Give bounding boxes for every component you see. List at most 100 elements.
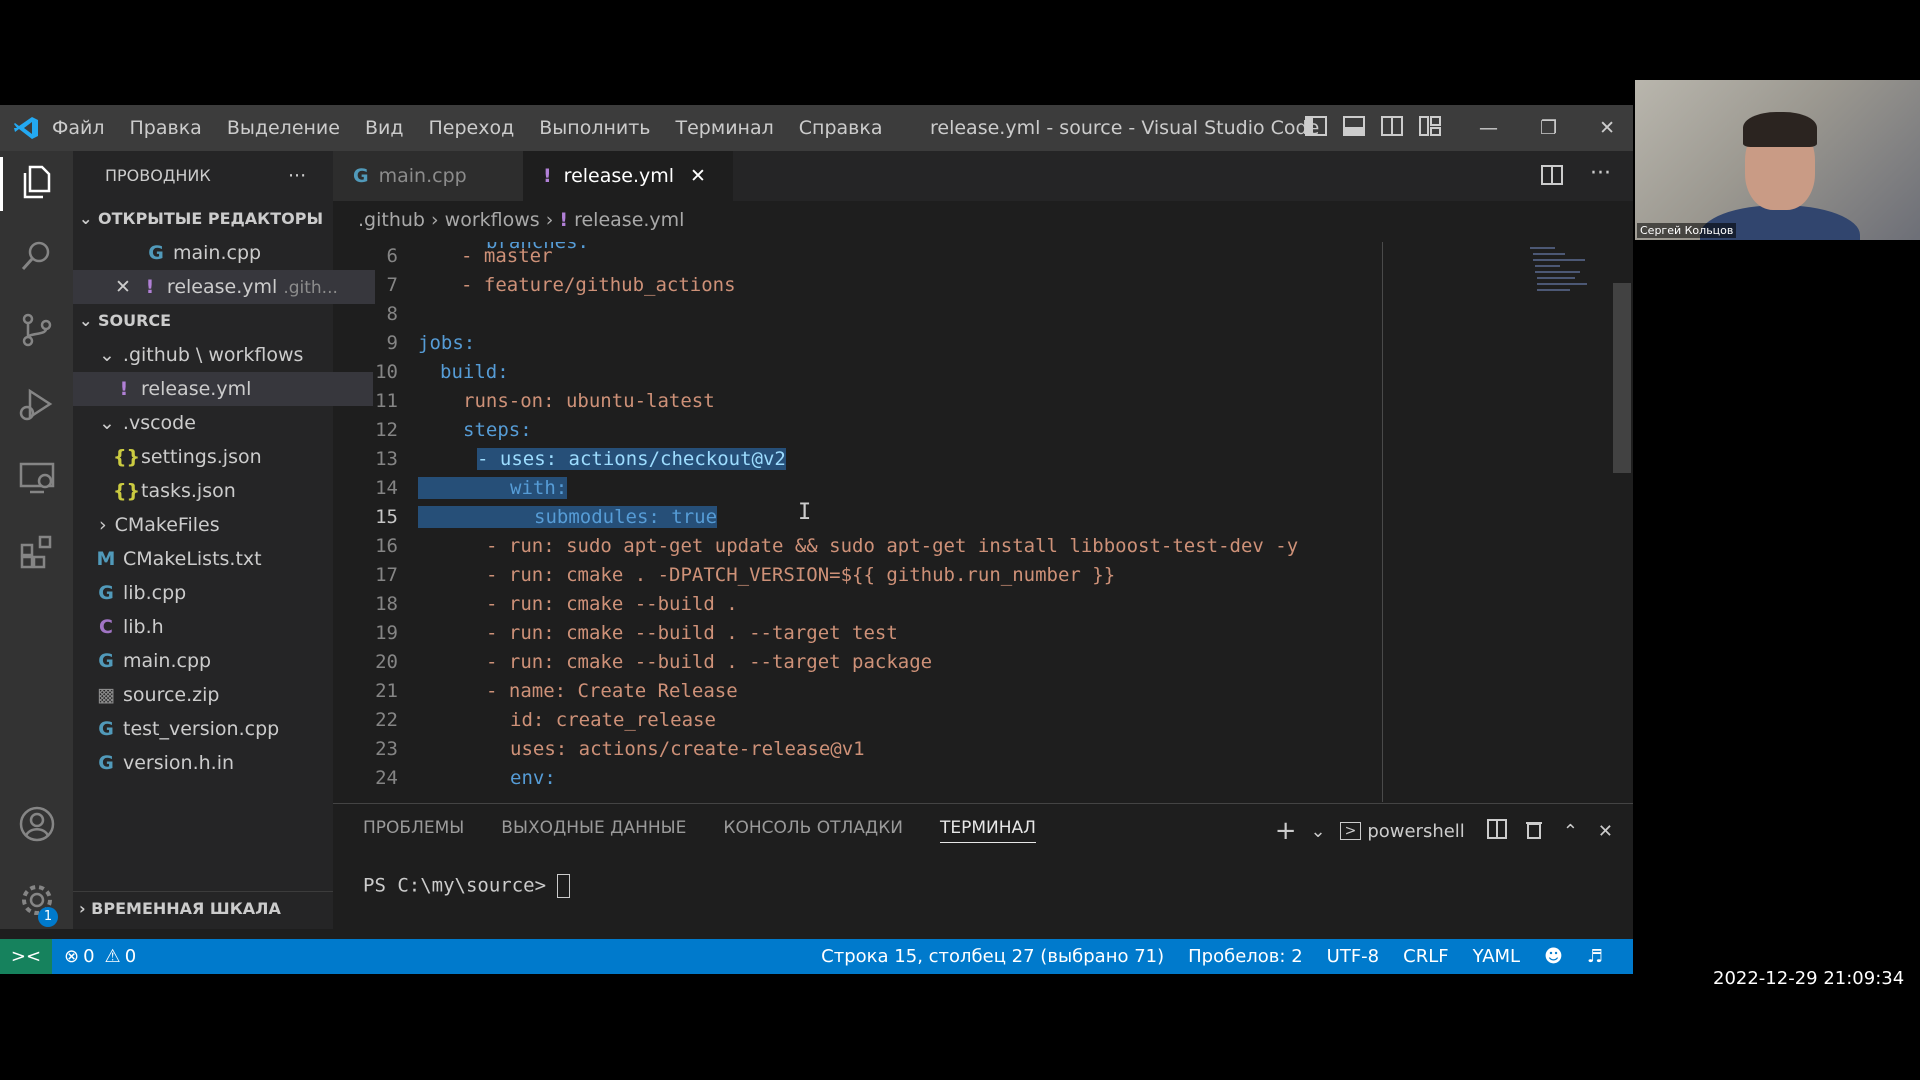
tab-main-cpp[interactable]: Gmain.cpp bbox=[333, 151, 523, 201]
tree-file[interactable]: Gtest_version.cpp bbox=[73, 712, 355, 746]
open-editor-path: .gith... bbox=[283, 278, 338, 298]
toggle-secondary-sidebar-icon[interactable] bbox=[1381, 115, 1404, 141]
chevron-down-icon: ⌄ bbox=[79, 311, 93, 330]
close-window-icon[interactable]: ✕ bbox=[1599, 117, 1615, 139]
menu-view[interactable]: Вид bbox=[365, 117, 404, 139]
tree-label: lib.cpp bbox=[123, 582, 187, 604]
open-editor-item-active[interactable]: ✕! release.yml .gith... bbox=[73, 270, 375, 304]
tree-folder[interactable]: › CMakeFiles bbox=[73, 508, 359, 542]
tree-file[interactable]: Clib.h bbox=[73, 610, 355, 644]
close-panel-icon[interactable]: ✕ bbox=[1598, 821, 1613, 842]
tree-file[interactable]: Glib.cpp bbox=[73, 576, 355, 610]
breadcrumb-item[interactable]: release.yml bbox=[574, 209, 684, 231]
line-text: - run: cmake --build . --target test bbox=[486, 622, 898, 644]
yaml-file-icon: ! bbox=[543, 165, 552, 187]
tree-file-selected[interactable]: ! release.yml bbox=[73, 372, 373, 406]
warning-icon[interactable]: ⚠ bbox=[105, 946, 121, 967]
trash-icon[interactable] bbox=[1525, 819, 1543, 844]
customize-layout-icon[interactable] bbox=[1419, 115, 1442, 141]
indentation[interactable]: Пробелов: 2 bbox=[1188, 946, 1303, 967]
maximize-panel-icon[interactable]: ⌃ bbox=[1563, 821, 1578, 842]
menu-edit[interactable]: Правка bbox=[130, 117, 202, 139]
timeline-section[interactable]: › ВРЕМЕННАЯ ШКАЛА bbox=[73, 891, 339, 926]
tab-problems[interactable]: ПРОБЛЕМЫ bbox=[363, 818, 464, 843]
language-mode[interactable]: YAML bbox=[1473, 946, 1520, 967]
toggle-panel-icon[interactable] bbox=[1343, 115, 1366, 141]
line-number: 8 bbox=[386, 303, 398, 325]
code-line: 18 - run: cmake --build . bbox=[333, 590, 738, 619]
menu-file[interactable]: Файл bbox=[52, 117, 105, 139]
breadcrumb-item[interactable]: workflows bbox=[445, 209, 540, 231]
menu-selection[interactable]: Выделение bbox=[227, 117, 340, 139]
more-actions-icon[interactable]: ··· bbox=[288, 159, 328, 193]
menu-help[interactable]: Справка bbox=[799, 117, 883, 139]
line-number: 24 bbox=[375, 767, 398, 789]
search-icon[interactable] bbox=[18, 237, 56, 275]
shell-name[interactable]: powershell bbox=[1367, 821, 1465, 842]
error-count[interactable]: 0 bbox=[83, 946, 94, 967]
encoding[interactable]: UTF-8 bbox=[1327, 946, 1379, 967]
open-editors-section[interactable]: ⌄ ОТКРЫТЫЕ РЕДАКТОРЫ bbox=[73, 202, 339, 236]
line-number: 12 bbox=[375, 419, 398, 441]
tab-terminal[interactable]: ТЕРМИНАЛ bbox=[940, 818, 1036, 843]
line-number: 17 bbox=[375, 564, 398, 586]
folder-section[interactable]: ⌄ SOURCE bbox=[73, 304, 339, 338]
editor-more-icon[interactable]: ··· bbox=[1590, 161, 1611, 186]
error-icon[interactable]: ⊗ bbox=[64, 946, 79, 967]
remote-explorer-icon[interactable] bbox=[18, 459, 56, 497]
line-number: 9 bbox=[386, 332, 398, 354]
chevron-down-icon: ⌄ bbox=[79, 209, 93, 228]
yaml-file-icon: ! bbox=[145, 276, 155, 298]
explorer-icon[interactable] bbox=[18, 163, 56, 201]
feedback-icon[interactable]: ☻ bbox=[1544, 946, 1563, 967]
notifications-bell-icon[interactable]: ♬ bbox=[1587, 946, 1603, 967]
toggle-sidebar-icon[interactable] bbox=[1305, 115, 1328, 141]
cpp-file-icon: G bbox=[98, 718, 114, 740]
breadcrumb-item[interactable]: .github bbox=[358, 209, 425, 231]
tab-debug-console[interactable]: КОНСОЛЬ ОТЛАДКИ bbox=[723, 818, 903, 843]
webcam-name: Сергей Кольцов bbox=[1637, 223, 1737, 238]
tab-output[interactable]: ВЫХОДНЫЕ ДАННЫЕ bbox=[501, 818, 686, 843]
line-text: uses: actions/create-release@v1 bbox=[510, 738, 865, 760]
minimize-icon[interactable]: — bbox=[1479, 117, 1498, 139]
split-terminal-icon[interactable] bbox=[1486, 818, 1507, 844]
tree-file[interactable]: ▩ source.zip bbox=[73, 678, 355, 712]
tree-file[interactable]: Gversion.h.in bbox=[73, 746, 355, 780]
split-editor-icon[interactable] bbox=[1541, 165, 1563, 190]
menu-terminal[interactable]: Терминал bbox=[676, 117, 774, 139]
line-number: 23 bbox=[375, 738, 398, 760]
code-line: 6 - master bbox=[333, 242, 553, 271]
panel-controls: + ⌄ > powershell ⌃ ✕ bbox=[1261, 816, 1613, 846]
tree-folder[interactable]: ⌄ .vscode bbox=[73, 406, 359, 440]
cpp-file-icon: G bbox=[148, 242, 164, 264]
tree-label: lib.h bbox=[123, 616, 164, 638]
code-line: 14 with: bbox=[333, 474, 568, 503]
accounts-icon[interactable] bbox=[18, 805, 56, 843]
tree-label: source.zip bbox=[123, 684, 220, 706]
extensions-icon[interactable] bbox=[18, 533, 56, 571]
minimap[interactable] bbox=[1525, 240, 1595, 310]
chevron-down-icon[interactable]: ⌄ bbox=[1310, 821, 1325, 842]
cursor-position[interactable]: Строка 15, столбец 27 (выбрано 71) bbox=[821, 946, 1164, 967]
terminal-output[interactable]: PS C:\my\source> bbox=[363, 874, 571, 898]
remote-icon[interactable]: >< bbox=[0, 939, 52, 974]
close-tab-icon[interactable]: ✕ bbox=[690, 165, 706, 187]
tree-file[interactable]: {}settings.json bbox=[73, 440, 373, 474]
menu-run[interactable]: Выполнить bbox=[539, 117, 650, 139]
tree-folder[interactable]: ⌄ .github \ workflows bbox=[73, 338, 359, 372]
warning-count[interactable]: 0 bbox=[125, 946, 136, 967]
line-ending[interactable]: CRLF bbox=[1403, 946, 1448, 967]
tree-file[interactable]: M CMakeLists.txt bbox=[73, 542, 355, 576]
menu-go[interactable]: Переход bbox=[429, 117, 515, 139]
close-editor-icon[interactable]: ✕ bbox=[115, 276, 131, 298]
editor-scrollbar[interactable] bbox=[1613, 283, 1631, 473]
run-debug-icon[interactable] bbox=[18, 385, 56, 423]
restore-icon[interactable]: ❐ bbox=[1540, 117, 1557, 139]
source-control-icon[interactable] bbox=[18, 311, 56, 349]
new-terminal-icon[interactable]: + bbox=[1275, 816, 1297, 846]
line-text: - name: Create Release bbox=[486, 680, 738, 702]
tree-file[interactable]: Gmain.cpp bbox=[73, 644, 355, 678]
active-indicator bbox=[0, 157, 3, 211]
tree-file[interactable]: {}tasks.json bbox=[73, 474, 373, 508]
tab-release-yml[interactable]: ! release.yml ✕ bbox=[523, 151, 733, 201]
